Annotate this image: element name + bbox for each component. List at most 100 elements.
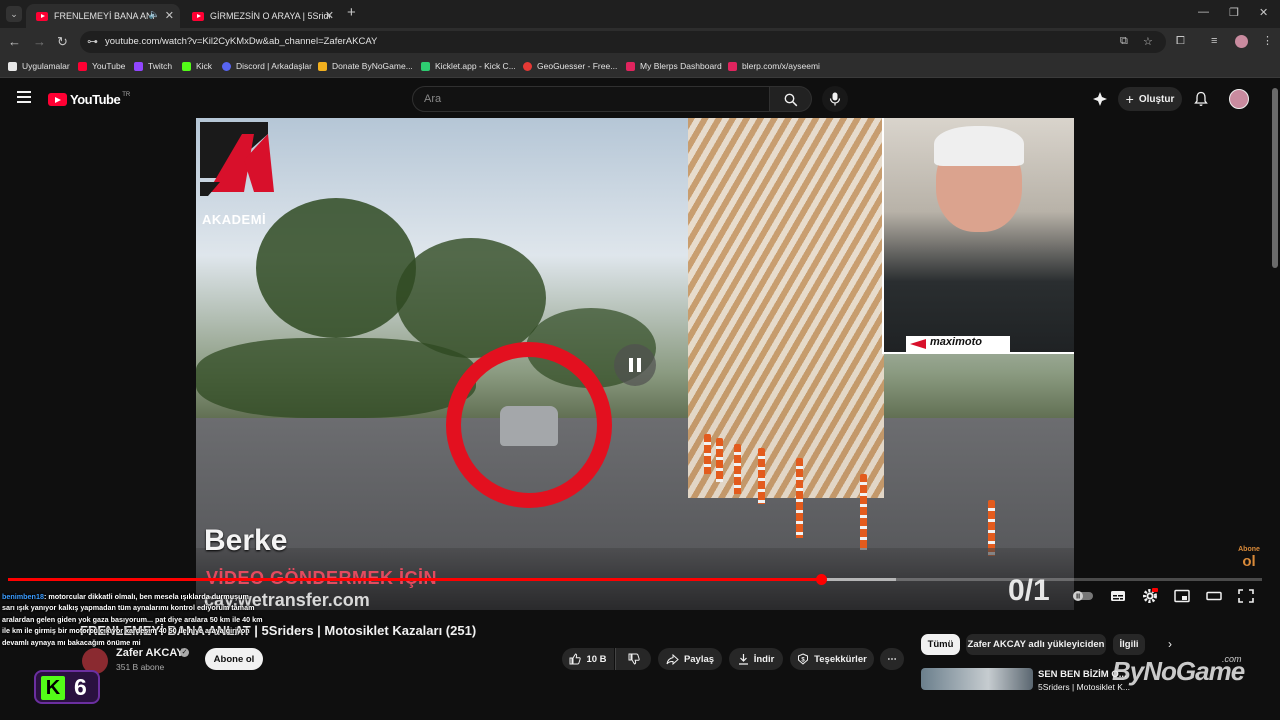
bookmark-item[interactable]: Twitch xyxy=(134,61,172,71)
twitch-icon xyxy=(134,61,143,71)
video-player[interactable]: AKADEMİ maximoto Berke VİDEO GÖNDERMEK İ… xyxy=(196,118,1074,610)
bynogame-watermark-suffix: .com xyxy=(1222,654,1242,664)
traffic-cone xyxy=(758,448,765,504)
media-control-icon[interactable]: ≡ xyxy=(1211,35,1217,47)
fullscreen-icon[interactable] xyxy=(1238,589,1254,603)
speaker-icon[interactable]: 🔈 xyxy=(149,9,160,20)
profile-avatar-icon[interactable] xyxy=(1235,35,1248,48)
traffic-cone xyxy=(704,434,711,474)
dislike-button[interactable] xyxy=(615,648,651,670)
download-button[interactable]: İndir xyxy=(729,648,783,670)
search-button[interactable] xyxy=(770,86,812,112)
chip-from-uploader[interactable]: Zafer AKCAY adlı yükleyiciden xyxy=(966,634,1106,655)
more-actions-button[interactable]: ⋯ xyxy=(880,648,904,670)
youtube-favicon-icon xyxy=(36,11,48,21)
chip-all[interactable]: Tümü xyxy=(921,634,960,655)
create-button[interactable]: + Oluştur xyxy=(1118,87,1182,111)
share-button[interactable]: Paylaş xyxy=(658,648,722,670)
search-placeholder: Ara xyxy=(424,93,442,105)
progress-played xyxy=(8,578,821,581)
forward-icon[interactable]: → xyxy=(33,34,46,49)
bookmark-star-icon[interactable]: ☆ xyxy=(1143,35,1153,48)
extensions-icon[interactable]: ⧠ xyxy=(1176,35,1185,48)
pause-icon[interactable] xyxy=(614,344,656,386)
browser-toolbar: ← → ↻ ⊶ youtube.com/watch?v=Kil2CyKMxDw&… xyxy=(0,28,1280,56)
highlight-circle xyxy=(446,342,612,508)
bookmark-item[interactable]: Discord | Arkadaşlar xyxy=(222,61,312,71)
bookmark-label: blerp.com/x/ayseemi xyxy=(742,61,820,71)
voice-search-button[interactable] xyxy=(822,86,848,112)
close-tab-icon[interactable]: ✕ xyxy=(165,9,174,22)
chat-line: benimben18: motorcular dikkatli olmalı, … xyxy=(2,591,292,602)
notifications-bell-icon[interactable] xyxy=(1194,91,1208,107)
gemini-sparkle-icon[interactable] xyxy=(1092,91,1108,107)
tab-search-button[interactable]: ⌄ xyxy=(6,6,22,22)
browser-menu-icon[interactable]: ⋮ xyxy=(1262,34,1273,47)
kicklet-icon xyxy=(421,61,430,71)
tab-title: GİRMEZSİN O ARAYA | 5Sriders xyxy=(210,11,330,21)
bookmark-item[interactable]: Donate ByNoGame... xyxy=(318,61,413,71)
restore-icon[interactable]: ❐ xyxy=(1229,6,1239,19)
bookmark-item[interactable]: blerp.com/x/ayseemi xyxy=(728,61,820,71)
miniplayer-icon[interactable] xyxy=(1174,589,1190,603)
tab-active[interactable]: FRENLEMEYİ BANA ANLAT 🔈 ✕ xyxy=(26,4,180,28)
chat-line: devamlı aynaya mı bakacağım önüme mi xyxy=(2,637,141,647)
menu-icon[interactable] xyxy=(17,91,31,103)
search-input[interactable]: Ara xyxy=(412,86,770,112)
recommended-thumbnail[interactable] xyxy=(921,668,1033,690)
site-info-icon[interactable]: ⊶ xyxy=(87,35,98,48)
channel-name[interactable]: Zafer AKCAY xyxy=(116,647,184,659)
traffic-cone xyxy=(716,438,723,482)
chat-line: ile km ile girmiş bir motorcu çıkıyor ka… xyxy=(2,626,250,636)
close-tab-icon[interactable]: ✕ xyxy=(325,9,334,22)
logo-text: YouTube xyxy=(70,92,121,107)
subscribe-watermark[interactable]: Abone ol xyxy=(1236,546,1262,572)
download-icon xyxy=(738,654,748,665)
settings-gear-icon[interactable] xyxy=(1142,588,1158,604)
theater-mode-icon[interactable] xyxy=(1206,589,1222,603)
traffic-cone xyxy=(796,458,803,538)
subscriber-count: 351 B abone xyxy=(116,662,165,672)
kick-logo-icon: K xyxy=(41,676,65,700)
youtube-logo[interactable]: YouTube TR xyxy=(48,92,130,107)
super-thanks-icon: $ xyxy=(798,653,809,665)
new-tab-button[interactable]: + xyxy=(347,4,356,21)
bookmark-item[interactable]: GeoGuesser - Free... xyxy=(523,61,617,71)
video-palm-scene xyxy=(256,198,416,338)
account-avatar[interactable] xyxy=(1229,89,1249,109)
page-scrollbar[interactable] xyxy=(1272,88,1278,268)
bookmark-label: Twitch xyxy=(148,61,173,71)
share-label: Paylaş xyxy=(683,653,715,665)
bookmark-item[interactable]: Uygulamalar xyxy=(8,61,70,71)
like-button[interactable]: 10 B xyxy=(562,648,614,670)
chevron-right-icon[interactable]: › xyxy=(1168,637,1172,651)
url-text[interactable]: youtube.com/watch?v=Kil2CyKMxDw&ab_chann… xyxy=(105,36,377,47)
bookmark-label: GeoGuesser - Free... xyxy=(537,61,618,71)
install-app-icon[interactable]: ⧉ xyxy=(1120,35,1128,48)
download-label: İndir xyxy=(753,653,775,665)
chat-line: aralardan gelen giden yok gaza basıyorum… xyxy=(2,614,263,624)
minimize-icon[interactable]: — xyxy=(1198,6,1209,18)
bookmark-label: Uygulamalar xyxy=(22,61,70,71)
bookmark-item[interactable]: My Blerps Dashboard xyxy=(626,61,722,71)
chip-related[interactable]: İlgili xyxy=(1113,634,1145,655)
close-window-icon[interactable]: ✕ xyxy=(1259,6,1268,19)
subtitles-icon[interactable] xyxy=(1110,589,1126,603)
address-bar[interactable]: ⊶ youtube.com/watch?v=Kil2CyKMxDw&ab_cha… xyxy=(80,31,1166,53)
back-icon[interactable]: ← xyxy=(8,34,21,49)
sponsor-badge: maximoto xyxy=(906,336,1010,352)
progress-scrubber[interactable] xyxy=(815,574,827,585)
plus-icon: + xyxy=(1125,91,1134,107)
region-code: TR xyxy=(122,91,131,98)
akademi-text: AKADEMİ xyxy=(202,212,267,227)
share-arrow-icon xyxy=(666,653,679,665)
bookmark-item[interactable]: Kicklet.app - Kick C... xyxy=(421,61,516,71)
autoplay-toggle-icon[interactable] xyxy=(1072,589,1094,603)
discord-icon xyxy=(222,61,231,71)
subscribe-button[interactable]: Abone ol xyxy=(205,648,263,670)
bookmark-item[interactable]: YouTube xyxy=(78,61,125,71)
reload-icon[interactable]: ↻ xyxy=(57,34,68,50)
bookmark-item[interactable]: Kick xyxy=(182,61,212,71)
thanks-button[interactable]: $ Teşekkürler xyxy=(790,648,874,670)
tab-inactive[interactable]: GİRMEZSİN O ARAYA | 5Sriders ✕ xyxy=(182,4,340,28)
